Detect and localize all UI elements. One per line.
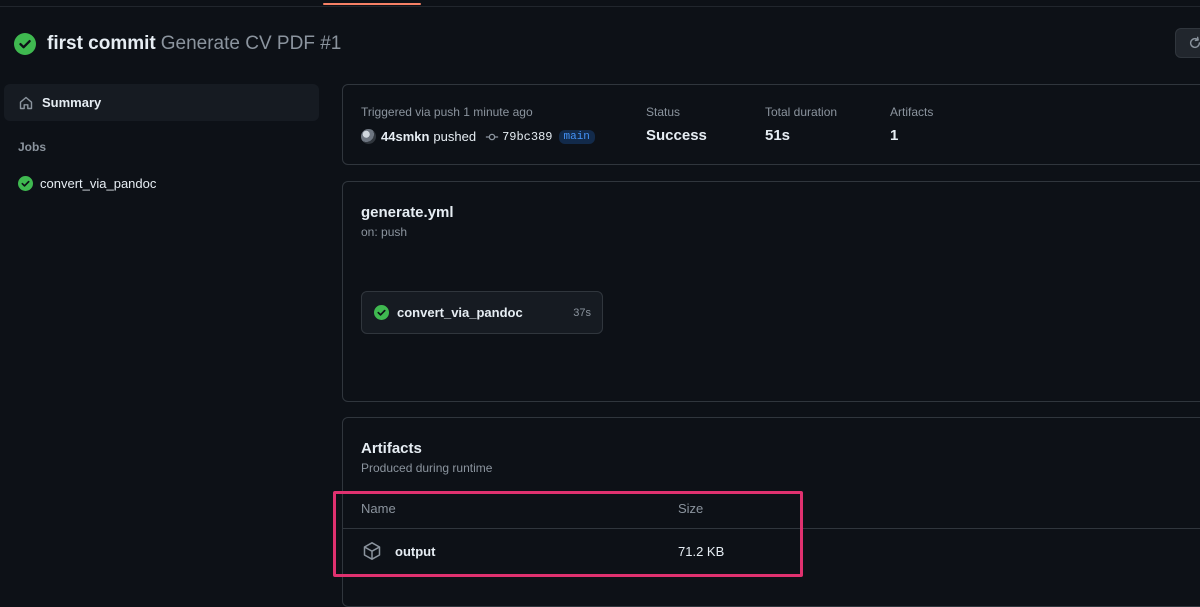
page-subtitle: Generate CV PDF #1 <box>160 33 342 54</box>
avatar[interactable] <box>361 129 376 144</box>
actor-link[interactable]: 44smkn <box>381 129 429 144</box>
run-header: first commit Generate CV PDF #1 <box>14 30 341 58</box>
active-tab-indicator <box>323 3 421 5</box>
artifacts-count: 1 <box>890 127 899 144</box>
check-circle-icon <box>374 305 389 320</box>
refresh-icon <box>1189 36 1200 49</box>
artifacts-title: Artifacts <box>361 440 422 457</box>
rerun-button[interactable] <box>1175 28 1200 58</box>
top-nav-border <box>0 0 1200 7</box>
commit-sha-link[interactable]: 79bc389 <box>502 130 552 144</box>
highlight-annotation-box <box>333 491 803 577</box>
branch-badge[interactable]: main <box>558 129 595 144</box>
trigger-text: Triggered via push 1 minute ago <box>361 105 533 119</box>
jobs-heading: Jobs <box>18 140 47 154</box>
check-circle-icon <box>18 176 33 191</box>
check-circle-icon <box>14 33 36 55</box>
workflow-graph-card: generate.yml on: push convert_via_pandoc… <box>342 181 1200 402</box>
sidebar-item-label: Summary <box>42 95 102 110</box>
job-name: convert_via_pandoc <box>397 305 523 320</box>
git-commit-icon <box>485 133 499 140</box>
trigger-details: 44smkn pushed 79bc389 main <box>361 129 595 144</box>
artifacts-label: Artifacts <box>890 105 934 119</box>
duration-label: Total duration <box>765 105 838 119</box>
home-icon <box>19 96 33 109</box>
workflow-trigger: on: push <box>361 225 408 239</box>
job-node-convert-via-pandoc[interactable]: convert_via_pandoc 37s <box>361 291 603 334</box>
page-title: first commit <box>47 33 156 54</box>
sidebar-item-convert-via-pandoc[interactable]: convert_via_pandoc <box>18 176 156 191</box>
status-value: Success <box>646 127 707 144</box>
sidebar-item-label: convert_via_pandoc <box>40 176 157 191</box>
workflow-file-name: generate.yml <box>361 204 454 221</box>
sidebar-item-summary[interactable]: Summary <box>4 84 319 121</box>
status-label: Status <box>646 105 681 119</box>
trigger-action: pushed <box>433 129 477 144</box>
duration-value: 51s <box>765 127 791 144</box>
artifacts-subtitle: Produced during runtime <box>361 461 493 475</box>
job-duration: 37s <box>573 306 591 319</box>
run-summary-card: Triggered via push 1 minute ago 44smkn p… <box>342 84 1200 165</box>
